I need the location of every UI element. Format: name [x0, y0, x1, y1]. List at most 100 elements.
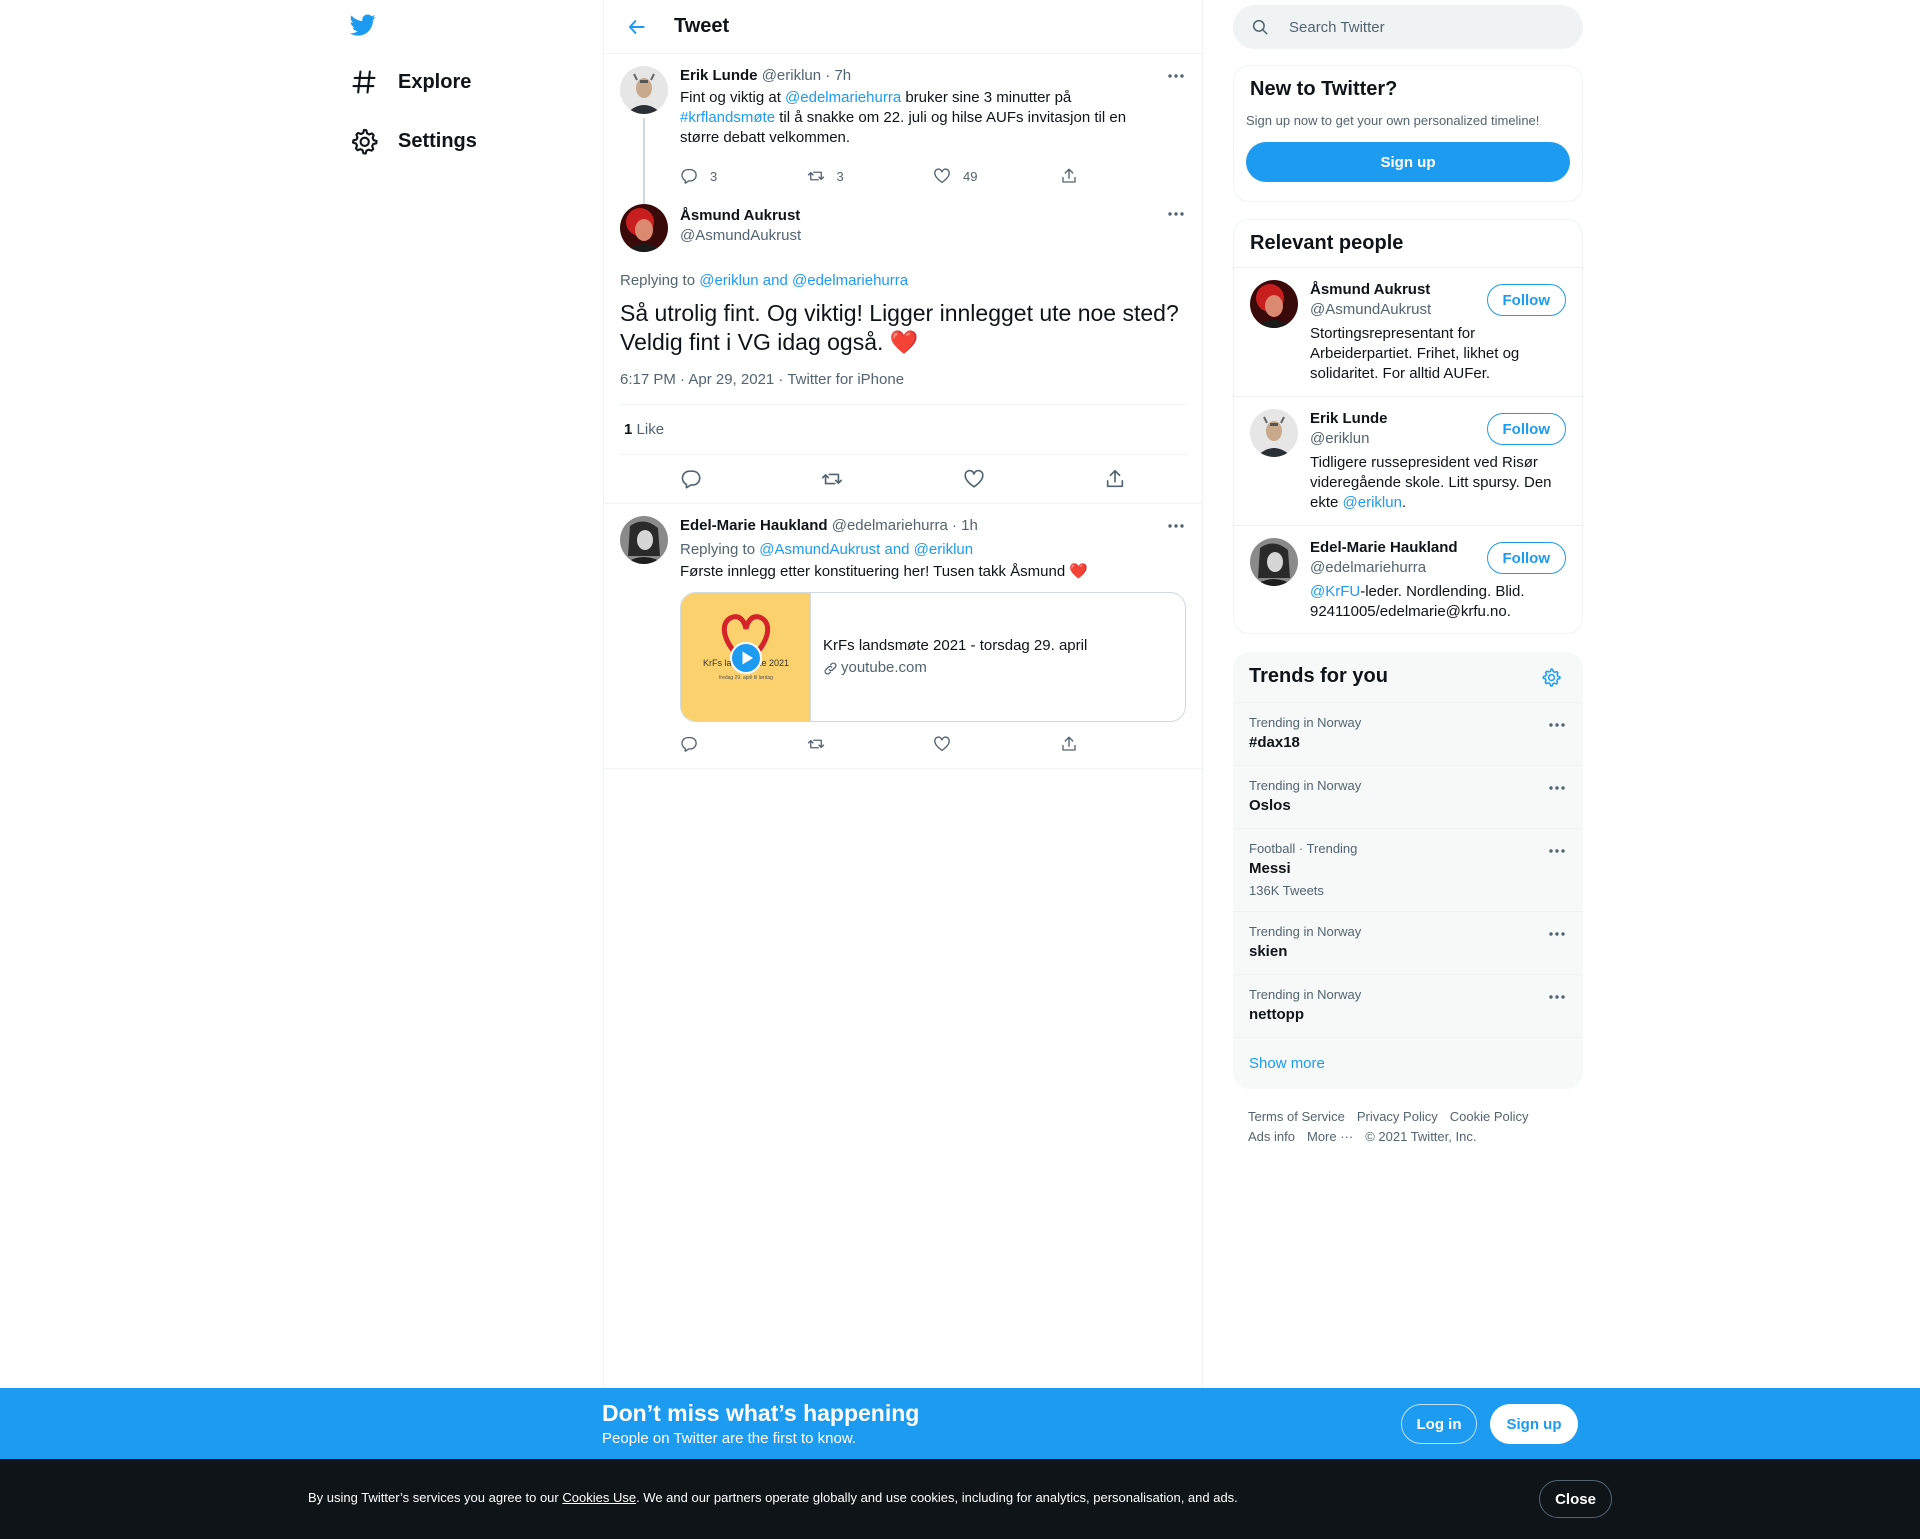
search-input[interactable] [1289, 18, 1549, 36]
share-button[interactable] [1060, 735, 1187, 753]
avatar-erik-lunde[interactable] [620, 66, 668, 114]
reply-button[interactable] [680, 735, 807, 753]
prompt-headline: Don’t miss what’s happening [602, 1400, 920, 1426]
person-card[interactable]: Follow Edel-Marie Haukland @edelmariehur… [1234, 525, 1582, 633]
more-options-icon[interactable] [1166, 516, 1186, 536]
bio-link[interactable]: @eriklun [1343, 494, 1402, 511]
settings-gear-icon[interactable] [1541, 667, 1561, 687]
card-title: KrFs landsmøte 2021 - torsdag 29. april [823, 637, 1088, 654]
search-icon [1252, 19, 1268, 35]
author-name[interactable]: Erik Lunde [680, 67, 758, 84]
author-handle[interactable]: @AsmundAukrust [680, 226, 1186, 246]
signup-button[interactable]: Sign up [1490, 1404, 1578, 1444]
avatar-edel-marie-haukland[interactable] [620, 516, 668, 564]
ads-info-link[interactable]: Ads info [1248, 1129, 1295, 1144]
nav-settings[interactable]: Settings [340, 117, 489, 165]
share-icon[interactable] [1104, 468, 1126, 490]
signup-button[interactable]: Sign up [1246, 142, 1570, 182]
search-bar[interactable] [1233, 5, 1583, 49]
tweet-actions: 3 3 49 [680, 158, 1186, 194]
trend-item[interactable]: Trending in Norway skien [1233, 911, 1583, 974]
privacy-link[interactable]: Privacy Policy [1357, 1109, 1438, 1124]
hashtag-icon [352, 70, 376, 94]
trend-item[interactable]: Football · Trending Messi 136K Tweets [1233, 828, 1583, 911]
heart-icon [934, 736, 950, 752]
like-button[interactable] [933, 735, 1060, 753]
author-name[interactable]: Edel-Marie Haukland [680, 517, 828, 534]
cookies-use-link[interactable]: Cookies Use [562, 1490, 636, 1505]
more-link[interactable]: More ··· [1307, 1129, 1353, 1144]
trends-header: Trends for you [1233, 652, 1583, 702]
reply-tweet[interactable]: Edel-Marie Haukland @edelmariehurra · 1h… [604, 504, 1202, 769]
bio-link[interactable]: @KrFU [1310, 583, 1360, 600]
person-card[interactable]: Follow Erik Lunde @eriklun Tidligere rus… [1234, 396, 1582, 525]
link-icon [824, 662, 837, 674]
parent-tweet-header: Erik Lunde @eriklun · 7h [680, 66, 1186, 86]
person-card[interactable]: Follow Åsmund Aukrust @AsmundAukrust Sto… [1234, 267, 1582, 396]
author-name[interactable]: Åsmund Aukrust [680, 206, 1186, 226]
nav-explore[interactable]: Explore [340, 58, 483, 106]
trend-item[interactable]: Trending in Norway #dax18 [1233, 702, 1583, 765]
retweet-button[interactable]: 3 [807, 167, 934, 185]
follow-button[interactable]: Follow [1486, 542, 1566, 574]
tweet-time[interactable]: · 7h [825, 67, 851, 84]
login-button[interactable]: Log in [1401, 1404, 1477, 1444]
tweet-text: Første innlegg etter konstituering her! … [680, 562, 1186, 582]
focus-tweet-header: Åsmund Aukrust @AsmundAukrust [680, 204, 1186, 260]
gear-icon [351, 128, 378, 155]
like-button[interactable]: 49 [933, 167, 1060, 185]
show-more-link[interactable]: Show more [1233, 1037, 1583, 1089]
like-count: 49 [963, 168, 978, 184]
more-options-icon[interactable] [1547, 841, 1567, 861]
trend-count: 136K Tweets [1249, 883, 1324, 898]
tweet-time[interactable]: · 1h [952, 517, 978, 534]
more-options-icon[interactable] [1166, 66, 1186, 86]
trend-item[interactable]: Trending in Norway Oslos [1233, 765, 1583, 828]
play-icon[interactable] [730, 642, 762, 674]
retweet-icon[interactable] [821, 468, 843, 490]
trend-item[interactable]: Trending in Norway nettopp [1233, 974, 1583, 1037]
more-options-icon[interactable] [1547, 715, 1567, 735]
hashtag-link[interactable]: #krflandsmøte [680, 109, 775, 126]
more-options-icon[interactable] [1166, 204, 1186, 224]
more-options-icon[interactable] [1547, 924, 1567, 944]
follow-button[interactable]: Follow [1486, 413, 1566, 445]
more-options-icon[interactable] [1547, 778, 1567, 798]
mention-link[interactable]: @edelmariehurra [785, 89, 901, 106]
trends-box: Trends for you Trending in Norway #dax18… [1233, 652, 1583, 1089]
trend-context: Trending in Norway [1249, 924, 1362, 939]
close-button[interactable]: Close [1539, 1480, 1612, 1518]
reply-tweet-body: Edel-Marie Haukland @edelmariehurra · 1h… [680, 516, 1186, 762]
replying-prefix: Replying to [680, 541, 760, 558]
reply-icon[interactable] [680, 468, 702, 490]
terms-link[interactable]: Terms of Service [1248, 1109, 1345, 1124]
avatar-asmund-aukrust[interactable] [1250, 280, 1298, 328]
tweet-meta[interactable]: 6:17 PM · Apr 29, 2021 · Twitter for iPh… [620, 371, 1186, 388]
replying-to: Replying to @AsmundAukrust and @eriklun [680, 540, 1186, 560]
avatar-erik-lunde[interactable] [1250, 409, 1298, 457]
tweet-text-part: Fint og viktig at [680, 89, 786, 106]
card-thumb-subtitle: fredag 29. april til lørdag [719, 675, 773, 681]
retweet-button[interactable] [807, 735, 934, 753]
heart-icon[interactable] [963, 468, 985, 490]
follow-button[interactable]: Follow [1486, 284, 1566, 316]
replying-to-link[interactable]: @eriklun and @edelmariehurra [699, 272, 908, 289]
new-to-twitter-subtitle: Sign up now to get your own personalized… [1246, 113, 1540, 128]
author-handle[interactable]: @eriklun [762, 67, 821, 84]
link-card[interactable]: KrFs landsmøte 2021 fredag 29. april til… [680, 592, 1186, 722]
replying-to-link[interactable]: @AsmundAukrust and @eriklun [759, 541, 973, 558]
likes-summary[interactable]: 1 Like [620, 405, 1186, 454]
trends-title: Trends for you [1249, 665, 1388, 687]
cookie-policy-link[interactable]: Cookie Policy [1450, 1109, 1529, 1124]
author-handle[interactable]: @edelmariehurra [832, 517, 948, 534]
reply-button[interactable]: 3 [680, 167, 807, 185]
more-options-icon[interactable] [1547, 987, 1567, 1007]
twitter-logo-icon[interactable] [348, 12, 378, 38]
parent-tweet[interactable]: Erik Lunde @eriklun · 7h Fint og viktig … [604, 54, 1202, 208]
nav-settings-label: Settings [398, 129, 477, 152]
share-button[interactable] [1060, 167, 1187, 185]
avatar-edel-marie-haukland[interactable] [1250, 538, 1298, 586]
back-button[interactable] [620, 10, 654, 44]
avatar-asmund-aukrust[interactable] [620, 204, 668, 252]
footer-links: Terms of Service Privacy Policy Cookie Pol… [1248, 1107, 1578, 1147]
